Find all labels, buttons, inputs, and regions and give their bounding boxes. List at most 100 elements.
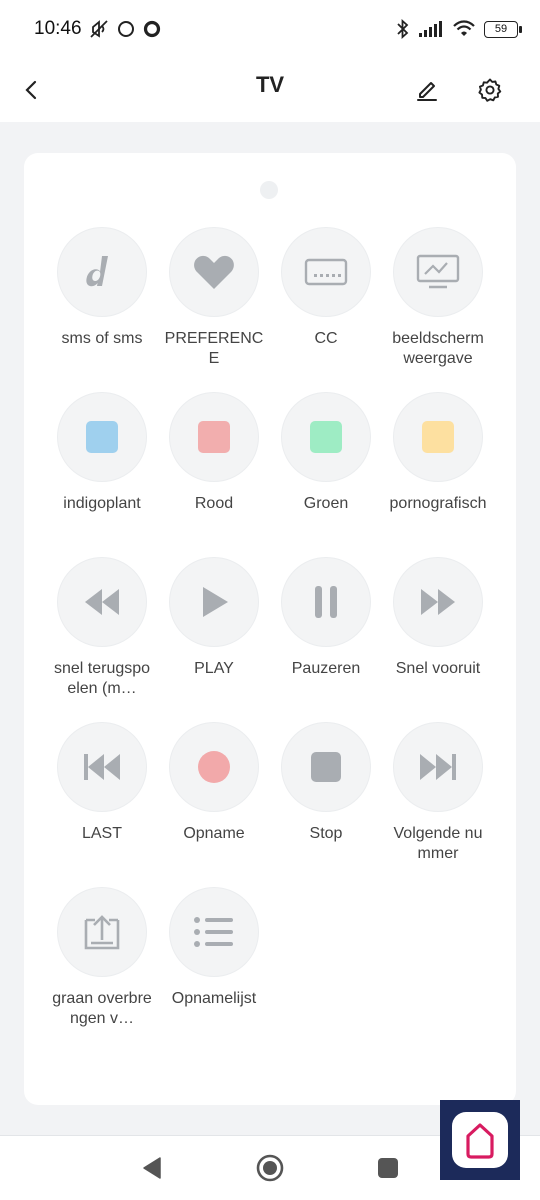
remote-button-circle[interactable]: [57, 722, 147, 812]
blue-square-icon: [86, 421, 118, 453]
stop-icon: [311, 752, 341, 782]
floating-app-icon-bg: [452, 1112, 508, 1168]
remote-button-circle[interactable]: [169, 887, 259, 977]
remote-button-label: beeldschermweergave: [392, 330, 484, 367]
remote-button-circle[interactable]: [393, 722, 483, 812]
remote-button-pause[interactable]: Pauzeren: [270, 557, 382, 722]
remote-card: sms of sms PREFERENCE CC beeldschermweer…: [24, 153, 516, 1105]
remote-button-recording-list[interactable]: Opnamelijst: [158, 887, 270, 1052]
floating-app-shortcut[interactable]: [440, 1100, 520, 1180]
status-icons-right: 59: [396, 16, 522, 42]
remote-button-circle[interactable]: [57, 392, 147, 482]
remote-button-red[interactable]: Rood: [158, 392, 270, 557]
remote-button-cc[interactable]: CC: [270, 227, 382, 392]
remote-button-label: Groen: [303, 495, 349, 512]
fast-forward-icon: [421, 589, 455, 615]
wifi-icon: [453, 20, 475, 36]
remote-button-preference[interactable]: PREFERENCE: [158, 227, 270, 392]
remote-button-transfer[interactable]: graan overbrengen v…: [46, 887, 158, 1052]
remote-button-label: Opname: [183, 825, 245, 842]
remote-button-circle[interactable]: [57, 557, 147, 647]
header: TV: [0, 58, 540, 122]
circle-notification-icon: [118, 21, 134, 37]
remote-button-record[interactable]: Opname: [158, 722, 270, 887]
remote-button-label: sms of sms: [61, 330, 143, 347]
dish-logo-icon: [86, 256, 108, 287]
mute-icon: [90, 20, 108, 38]
remote-button-fast-forward[interactable]: Snel vooruit: [382, 557, 494, 722]
signal-icon: [419, 21, 442, 37]
remote-button-next-track[interactable]: Volgende nummer: [382, 722, 494, 887]
home-circle-icon: [256, 1154, 284, 1182]
remote-button-label: graan overbrengen v…: [52, 990, 152, 1027]
remote-button-circle[interactable]: [57, 227, 147, 317]
heart-icon: [194, 255, 234, 289]
record-icon: [198, 751, 230, 783]
remote-button-circle[interactable]: [57, 887, 147, 977]
remote-button-stop[interactable]: Stop: [270, 722, 382, 887]
remote-button-rewind[interactable]: snel terugspoelen (m…: [46, 557, 158, 722]
remote-button-display-mode[interactable]: beeldschermweergave: [382, 227, 494, 392]
remote-button-label: Rood: [194, 495, 234, 512]
remote-button-sms[interactable]: sms of sms: [46, 227, 158, 392]
remote-button-circle[interactable]: [169, 227, 259, 317]
remote-button-label: Snel vooruit: [395, 660, 481, 677]
status-bar: 10:46 59: [0, 0, 540, 58]
ring-notification-icon: [143, 20, 161, 38]
edit-button[interactable]: [407, 70, 447, 110]
remote-button-circle[interactable]: [393, 392, 483, 482]
remote-button-label: indigoplant: [63, 495, 141, 512]
monitor-chart-icon: [416, 254, 460, 289]
red-square-icon: [198, 421, 230, 453]
yellow-square-icon: [422, 421, 454, 453]
remote-button-yellow[interactable]: pornografisch: [382, 392, 494, 557]
green-square-icon: [310, 421, 342, 453]
page-title: TV: [255, 72, 285, 97]
gear-icon: [478, 78, 502, 102]
nav-recents-button[interactable]: [370, 1152, 406, 1184]
remote-button-circle[interactable]: [169, 392, 259, 482]
remote-button-circle[interactable]: [281, 557, 371, 647]
play-icon: [203, 587, 228, 617]
remote-button-label: PLAY: [194, 660, 234, 677]
remote-button-label: Opnamelijst: [171, 990, 257, 1007]
list-icon: [194, 917, 233, 947]
rewind-icon: [85, 589, 119, 615]
remote-button-circle[interactable]: [281, 392, 371, 482]
remote-button-play[interactable]: PLAY: [158, 557, 270, 722]
remote-button-label: Stop: [309, 825, 343, 842]
triangle-back-icon: [143, 1157, 161, 1179]
remote-button-circle[interactable]: [393, 227, 483, 317]
remote-button-grid: sms of sms PREFERENCE CC beeldschermweer…: [46, 227, 494, 1052]
remote-button-circle[interactable]: [169, 722, 259, 812]
remote-button-label: pornografisch: [389, 495, 487, 512]
status-icons-left: [88, 18, 162, 40]
house-app-icon: [466, 1123, 494, 1159]
remote-button-circle[interactable]: [169, 557, 259, 647]
remote-button-label: Volgende nummer: [393, 825, 483, 862]
drag-handle[interactable]: [260, 181, 278, 199]
bluetooth-icon: [397, 18, 409, 40]
pause-icon: [315, 586, 337, 618]
remote-button-green[interactable]: Groen: [270, 392, 382, 557]
remote-button-circle[interactable]: [393, 557, 483, 647]
remote-button-label: Pauzeren: [291, 660, 361, 677]
remote-button-circle[interactable]: [281, 227, 371, 317]
remote-button-label: snel terugspoelen (m…: [53, 660, 151, 697]
remote-button-label: PREFERENCE: [164, 330, 264, 367]
remote-button-last[interactable]: LAST: [46, 722, 158, 887]
pencil-icon: [417, 82, 437, 101]
remote-button-label: LAST: [81, 825, 122, 842]
nav-home-button[interactable]: [252, 1152, 288, 1184]
settings-button[interactable]: [470, 70, 510, 110]
skip-next-icon: [420, 754, 456, 780]
nav-back-button[interactable]: [134, 1152, 170, 1184]
upload-icon: [84, 915, 120, 950]
remote-button-circle[interactable]: [281, 722, 371, 812]
remote-button-label: CC: [314, 330, 338, 347]
keyboard-icon: [304, 258, 348, 286]
skip-previous-icon: [84, 754, 120, 780]
square-recents-icon: [378, 1158, 398, 1178]
remote-button-blue[interactable]: indigoplant: [46, 392, 158, 557]
battery-indicator: 59: [484, 20, 522, 38]
